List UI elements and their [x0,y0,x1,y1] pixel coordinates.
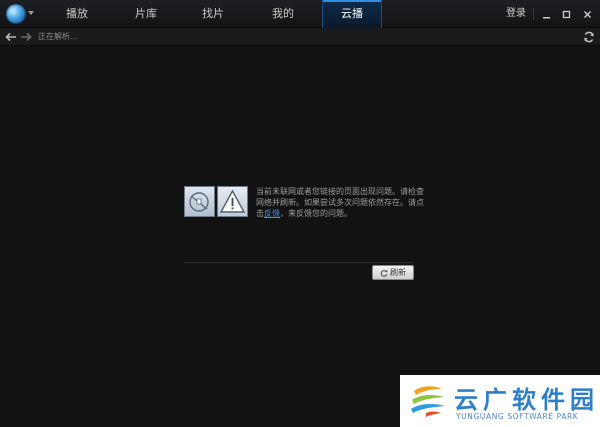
titlebar-separator [533,8,534,20]
error-message: 当前未联网或者您链接的页面出现问题。请检查网络并刷新。如果尝试多次问题依然存在。… [256,186,426,219]
refresh-button[interactable]: 刷新 [372,265,414,280]
watermark-logo-icon [411,386,445,417]
error-text-part2: ，来反馈您的问题。 [280,209,352,218]
refresh-label: 刷新 [390,268,406,277]
feedback-link[interactable]: 反馈 [264,209,280,218]
refresh-icon [380,269,388,277]
error-icons [184,186,248,218]
tab-cloud-play[interactable]: 云播 [322,0,382,28]
content-divider [184,262,414,263]
watermark: 云广软件园 YUNGUANG SOFTWARE PARK [400,375,600,427]
watermark-subtitle: YUNGUANG SOFTWARE PARK [456,412,579,421]
tab-find[interactable]: 找片 [182,0,244,28]
app-logo-icon[interactable] [6,4,26,24]
close-icon [583,10,591,18]
arrow-right-icon [21,32,32,42]
loading-status: 正在解析... [38,32,78,41]
warning-icon [217,186,248,217]
forward-button[interactable] [19,30,33,44]
minimize-button[interactable] [535,0,557,28]
reload-icon [584,31,594,43]
disconnected-network-icon [184,186,215,217]
reload-button[interactable] [582,30,596,44]
login-button[interactable]: 登录 [506,0,526,28]
title-bar: 播放 片库 找片 我的 云播 登录 [0,0,600,28]
maximize-icon [562,10,570,18]
web-content [0,47,600,427]
arrow-left-icon [5,32,16,42]
minimize-icon [542,16,550,18]
tab-play[interactable]: 播放 [46,0,108,28]
tab-mine[interactable]: 我的 [252,0,314,28]
close-button[interactable] [576,0,598,28]
nav-bar: 正在解析... [0,28,600,46]
maximize-button[interactable] [555,0,577,28]
watermark-title: 云广软件园 [454,385,599,414]
menu-caret-icon[interactable] [28,11,34,15]
back-button[interactable] [4,30,18,44]
tab-library[interactable]: 片库 [115,0,177,28]
